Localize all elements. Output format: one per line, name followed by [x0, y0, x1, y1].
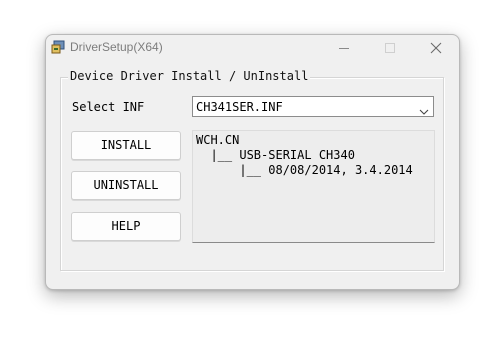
help-button[interactable]: HELP [71, 212, 181, 241]
install-button[interactable]: INSTALL [71, 131, 181, 160]
close-button[interactable] [413, 35, 459, 61]
inf-select-dropdown[interactable]: CH341SER.INF [192, 96, 434, 117]
minimize-button[interactable] [321, 35, 367, 61]
info-version-line: |__ 08/08/2014, 3.4.2014 [196, 163, 413, 177]
chevron-down-icon [419, 103, 429, 121]
maximize-button[interactable] [367, 35, 413, 61]
driver-info-panel: WCH.CN |__ USB-SERIAL CH340 |__ 08/08/20… [192, 130, 435, 243]
setup-app-icon [51, 40, 65, 54]
window-title: DriverSetup(X64) [70, 40, 163, 54]
uninstall-button[interactable]: UNINSTALL [71, 171, 181, 200]
close-icon [430, 42, 442, 54]
groupbox-label: Device Driver Install / UnInstall [68, 69, 311, 83]
minimize-icon [339, 48, 349, 49]
info-vendor-line: WCH.CN [196, 133, 240, 147]
driver-setup-window: DriverSetup(X64) Device Driver Install /… [45, 34, 460, 290]
info-device-line: |__ USB-SERIAL CH340 [196, 148, 355, 162]
inf-select-value: CH341SER.INF [196, 100, 283, 114]
maximize-icon [385, 43, 395, 53]
select-inf-label: Select INF [72, 100, 145, 114]
title-bar[interactable]: DriverSetup(X64) [46, 35, 459, 61]
